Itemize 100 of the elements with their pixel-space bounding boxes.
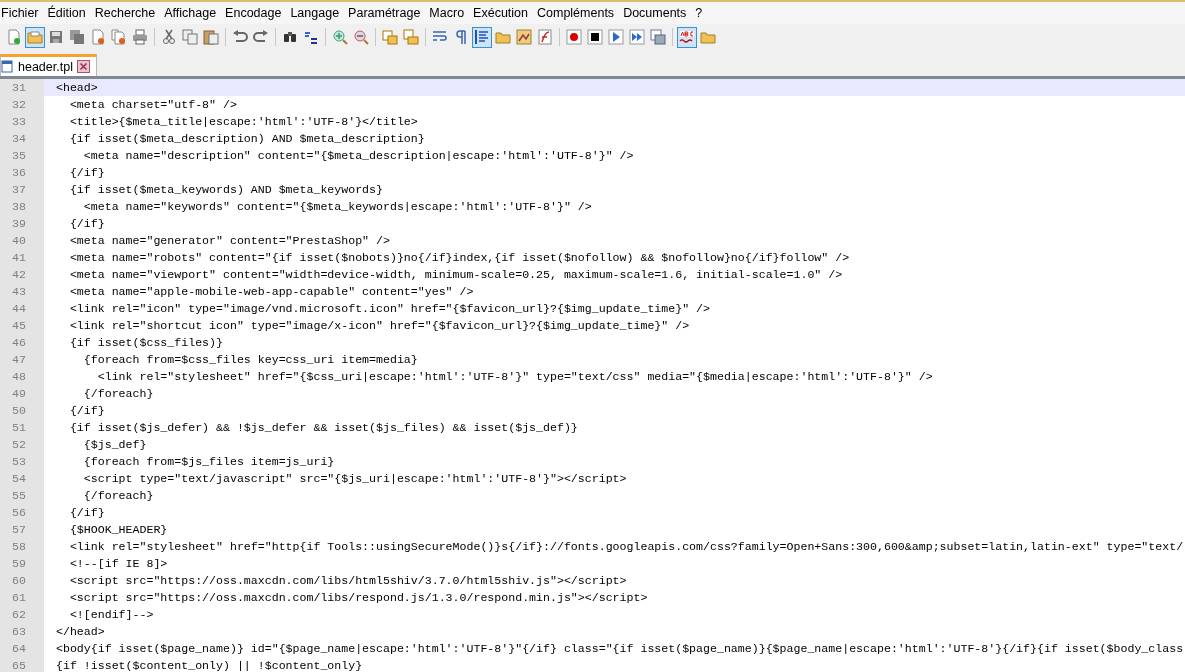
menu-item[interactable]: Macro (427, 4, 472, 22)
code-line: <link rel="stylesheet" href="http{if Tools::usingSecureMode()}s{/if}://fonts.googleapis.com/css?family=Open+Sans:300,600&amp;subset=latin,latin-ext" type="text/ (68, 539, 1185, 555)
code-line: {if !isset($content_only) || !$content_only} (55, 658, 364, 672)
line-number: 65 (0, 657, 44, 672)
menu-item[interactable]: Encodage (223, 4, 289, 22)
code-line: {if isset($meta_keywords) AND $meta_keywords} (68, 182, 384, 198)
code-line: {/if} (68, 505, 106, 521)
line-number: 39 (0, 215, 44, 232)
line-number: 52 (0, 436, 44, 453)
code-line: <![endif]--> (68, 607, 155, 623)
line-number: 38 (0, 198, 44, 215)
menu-item[interactable]: Affichage (162, 4, 224, 22)
stop-icon (587, 29, 603, 45)
code-line: {/if} (68, 165, 106, 181)
save-icon (48, 29, 64, 45)
code-line: {/foreach} (82, 488, 155, 504)
code-line: <!--[if IE 8]> (68, 556, 169, 572)
zoom-out-icon (353, 29, 369, 45)
file-icon (1, 60, 14, 73)
code-line: <script type="text/javascript" src="{$js_uri|escape:'html':'UTF-8'}"></script> (82, 471, 628, 487)
toolbar-button[interactable] (585, 26, 605, 48)
close-all-icon (111, 29, 127, 45)
file-tab[interactable]: header.tpl (0, 54, 97, 76)
play-icon (608, 29, 624, 45)
line-number: 50 (0, 402, 44, 419)
code-line: <meta name="keywords" content="{$meta_keywords|escape:'html':'UTF-8'}" /> (82, 199, 593, 215)
code-line: <link rel="shortcut icon" type="image/x-icon" href="{$favicon_url}?{$img_update_time}" /> (68, 318, 691, 334)
code-line: <body{if isset($page_name)} id="{$page_name|escape:'html':'UTF-8'}"{/if} class="{if isset($page_name)}{$page_name|escape:'html':'UTF-8'}{/if}{if isset($body_class (55, 641, 1185, 657)
new-file-icon (6, 29, 22, 45)
code-line: {$js_def} (82, 437, 148, 453)
code-line: <link rel="stylesheet" href="{$css_uri|escape:'html':'UTF-8'}" type="text/css" media="{$media|escape:'html':'UTF-8'}" /> (96, 369, 934, 385)
code-line: <meta name="description" content="{$meta_description|escape:'html':'UTF-8'}" /> (82, 148, 635, 164)
line-number: 48 (0, 368, 44, 385)
line-number: 43 (0, 283, 44, 300)
spellcheck-icon (679, 29, 695, 45)
replace-icon (303, 29, 319, 45)
binoculars-icon (282, 29, 298, 45)
line-number: 56 (0, 504, 44, 521)
code-line: </head> (55, 624, 106, 640)
function-list-icon (537, 29, 553, 45)
line-number: 34 (0, 130, 44, 147)
menu-item[interactable]: Édition (45, 4, 93, 22)
line-number: 47 (0, 351, 44, 368)
code-line: {if isset($css_files)} (68, 335, 224, 351)
scissors-icon (161, 29, 177, 45)
line-number: 32 (0, 96, 44, 113)
save-macro-icon (650, 29, 666, 45)
redo-icon (253, 29, 269, 45)
copy-icon (182, 29, 198, 45)
fast-forward-icon (629, 29, 645, 45)
code-line: {/foreach} (82, 386, 155, 402)
code-line: {/if} (68, 403, 106, 419)
code-line: {$HOOK_HEADER} (68, 522, 169, 538)
menu-item[interactable]: Documents (621, 4, 694, 22)
sync-scroll-icon (403, 29, 419, 45)
code-line: <meta name="apple-mobile-web-app-capable" content="yes" /> (68, 284, 475, 300)
line-number: 35 (0, 147, 44, 164)
menu-item[interactable]: Compléments (535, 4, 622, 22)
line-number: 37 (0, 181, 44, 198)
line-number: 45 (0, 317, 44, 334)
line-number: 55 (0, 487, 44, 504)
close-icon[interactable] (76, 60, 90, 73)
menu-item[interactable]: Exécution (471, 4, 535, 22)
document-map-icon (516, 29, 532, 45)
line-number: 40 (0, 232, 44, 249)
code-line: {/if} (68, 216, 106, 232)
code-line: {foreach from=$js_files item=js_uri} (82, 454, 336, 470)
undo-icon (232, 29, 248, 45)
code-line: <link rel="icon" type="image/vnd.microsoft.icon" href="{$favicon_url}?{$img_update_time}" /> (68, 301, 711, 317)
line-number: 44 (0, 300, 44, 317)
close-file-icon (90, 29, 106, 45)
line-number: 62 (0, 606, 44, 623)
line-number: 59 (0, 555, 44, 572)
menu-item[interactable]: Langage (288, 4, 347, 22)
line-number: 63 (0, 623, 44, 640)
toolbar-button[interactable] (472, 26, 492, 48)
indent-guide-icon (474, 29, 490, 45)
record-icon (566, 29, 582, 45)
line-number: 36 (0, 164, 44, 181)
menu-item[interactable]: Fichier (0, 4, 46, 22)
code-line: <script src="https://oss.maxcdn.com/libs/html5shiv/3.7.0/html5shiv.js"></script> (68, 573, 628, 589)
line-number: 42 (0, 266, 44, 283)
line-number: 61 (0, 589, 44, 606)
line-number: 49 (0, 385, 44, 402)
code-line: {if isset($js_defer) && !$js_defer && isset($js_files) && isset($js_def)} (68, 420, 579, 436)
code-line: <meta name="viewport" content="width=device-width, minimum-scale=0.25, maximum-scale=1.6, initial-scale=1.0" /> (68, 267, 844, 283)
code-line: <title>{$meta_title|escape:'html':'UTF-8'}</title> (68, 114, 419, 130)
line-number: 51 (0, 419, 44, 436)
line-number: 60 (0, 572, 44, 589)
line-number: 33 (0, 113, 44, 130)
menu-item[interactable]: ? (693, 4, 710, 22)
menu-item[interactable]: Recherche (92, 4, 163, 22)
line-number: 57 (0, 521, 44, 538)
line-number: 31 (0, 79, 44, 96)
line-number: 53 (0, 453, 44, 470)
menu-item[interactable]: Paramétrage (346, 4, 428, 22)
code-line: <meta name="robots" content="{if isset($nobots)}no{/if}index,{if isset($nofollow) && $nofollow}no{/if}follow" /> (68, 250, 851, 266)
line-number: 58 (0, 538, 44, 555)
open-folder-icon (27, 29, 43, 45)
save-all-icon (69, 29, 85, 45)
